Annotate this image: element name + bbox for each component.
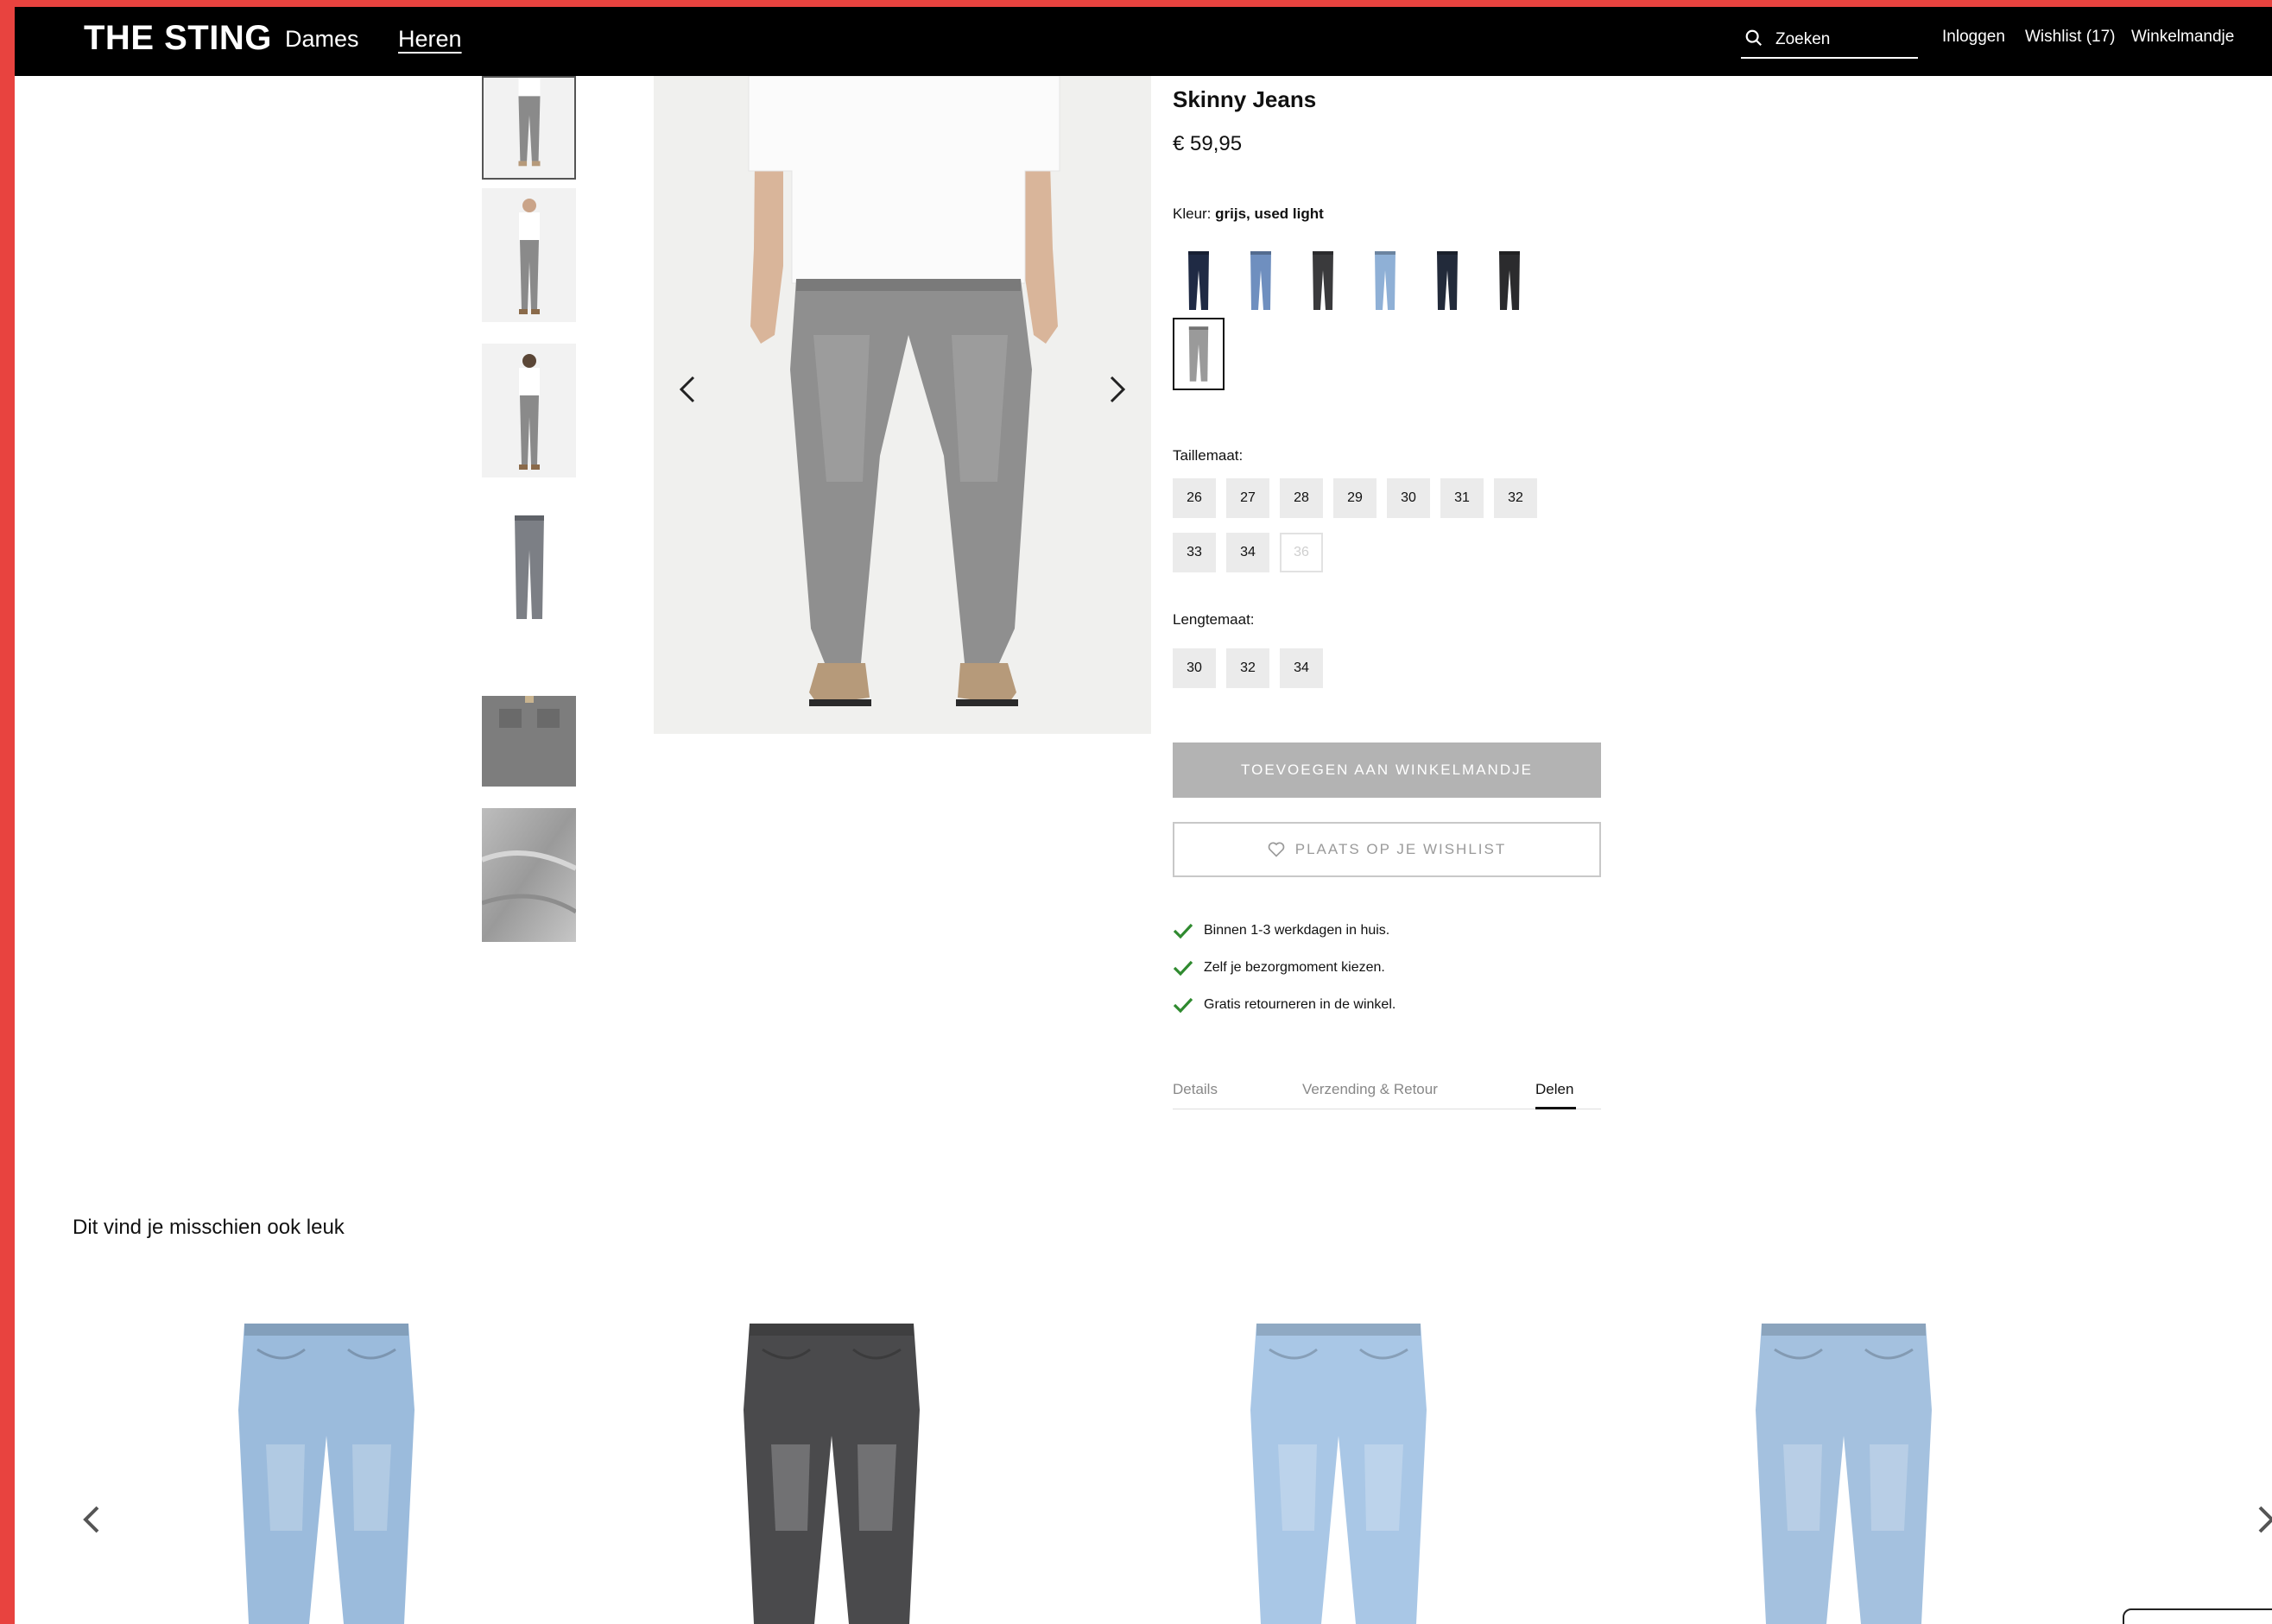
search-icon: [1745, 29, 1763, 47]
fabric-texture-thumbnail: [482, 808, 576, 942]
waist-size-button[interactable]: 26: [1173, 478, 1216, 518]
usp-text: Binnen 1-3 werkdagen in huis.: [1204, 923, 1390, 938]
usp-text: Gratis retourneren in de winkel.: [1204, 997, 1396, 1012]
heart-icon: [1268, 842, 1285, 857]
waist-size-button[interactable]: 28: [1280, 478, 1323, 518]
search-box[interactable]: [1741, 24, 1918, 59]
jeans-product-image: [1235, 1306, 1442, 1624]
top-navigation-bar: THE STING Dames Heren Inloggen Wishlist …: [15, 7, 2272, 76]
waist-size-button[interactable]: 30: [1387, 478, 1430, 518]
jeans-swatch-icon: [1359, 244, 1411, 317]
usp-text: Zelf je bezorgmoment kiezen.: [1204, 960, 1385, 975]
add-to-wishlist-button[interactable]: PLAATS OP JE WISHLIST: [1173, 822, 1601, 877]
nav-dames[interactable]: Dames: [285, 26, 359, 53]
jeans-swatch-icon: [1173, 244, 1225, 317]
wishlist-button-label: PLAATS OP JE WISHLIST: [1294, 841, 1507, 857]
waist-size-label: Taillemaat:: [1173, 447, 1244, 464]
wishlist-link[interactable]: Wishlist (17): [2025, 28, 2116, 47]
checkmark-icon: [1173, 923, 1193, 939]
image-next-arrow[interactable]: [1099, 372, 1134, 407]
page: THE STING Dames Heren Inloggen Wishlist …: [15, 7, 2272, 1624]
color-swatch-black[interactable]: [1484, 244, 1535, 317]
chat-widget[interactable]: [2123, 1608, 2272, 1624]
jeans-product-image: [1740, 1306, 1947, 1624]
thumbnail-3[interactable]: [482, 344, 576, 477]
recommendations-prev-arrow[interactable]: [77, 1501, 108, 1539]
waist-size-button[interactable]: 34: [1226, 533, 1269, 572]
main-product-image[interactable]: [654, 76, 1151, 734]
jeans-swatch-icon: [1174, 319, 1223, 389]
tab-share[interactable]: Delen: [1535, 1081, 1573, 1098]
color-swatch-charcoal[interactable]: [1297, 244, 1349, 317]
thumbnail-1[interactable]: [482, 76, 576, 180]
usp-item: Binnen 1-3 werkdagen in huis.: [1173, 922, 1389, 939]
tab-shipping-returns[interactable]: Verzending & Retour: [1302, 1081, 1438, 1098]
color-swatch-deep-navy[interactable]: [1421, 244, 1473, 317]
jeans-swatch-icon: [1235, 244, 1287, 317]
logo[interactable]: THE STING: [84, 19, 272, 58]
tab-details[interactable]: Details: [1173, 1081, 1218, 1098]
model-wearing-jeans: [654, 76, 1151, 734]
recommended-product-4[interactable]: [1740, 1306, 1947, 1624]
jeans-swatch-icon: [1484, 244, 1535, 317]
nav-heren[interactable]: Heren: [398, 26, 462, 53]
search-input[interactable]: [1774, 28, 1915, 52]
login-link[interactable]: Inloggen: [1942, 28, 2005, 47]
recommended-product-3[interactable]: [1235, 1306, 1442, 1624]
usp-item: Zelf je bezorgmoment kiezen.: [1173, 959, 1385, 976]
thumbnail-5[interactable]: [482, 653, 576, 787]
jeans-side-thumbnail: [482, 188, 576, 322]
chevron-left-icon: [679, 376, 695, 403]
cart-link[interactable]: Winkelmandje: [2131, 28, 2234, 47]
chevron-left-icon: [83, 1506, 99, 1533]
chevron-right-icon: [1110, 376, 1126, 403]
thumbnail-4[interactable]: [482, 498, 576, 632]
waist-size-button: 36: [1280, 533, 1323, 572]
waist-size-button[interactable]: 29: [1333, 478, 1376, 518]
length-size-button[interactable]: 32: [1226, 648, 1269, 688]
color-swatch-dark-navy[interactable]: [1173, 244, 1225, 317]
length-size-button[interactable]: 30: [1173, 648, 1216, 688]
color-swatch-light-blue[interactable]: [1359, 244, 1411, 317]
jeans-front-thumbnail: [484, 78, 574, 178]
waist-size-button[interactable]: 31: [1440, 478, 1484, 518]
jeans-detail-thumbnail: [482, 653, 576, 787]
recommendations-next-arrow[interactable]: [2251, 1501, 2272, 1539]
jeans-flat-thumbnail: [482, 498, 576, 632]
waist-size-button[interactable]: 27: [1226, 478, 1269, 518]
image-prev-arrow[interactable]: [671, 372, 706, 407]
length-size-button[interactable]: 34: [1280, 648, 1323, 688]
color-label-text: Kleur:: [1173, 205, 1212, 222]
waist-size-button[interactable]: 32: [1494, 478, 1537, 518]
thumbnail-2[interactable]: [482, 188, 576, 322]
active-tab-indicator: [1535, 1107, 1576, 1109]
color-swatch-grijs-used-light[interactable]: [1173, 318, 1225, 390]
color-label: Kleur: grijs, used light: [1173, 205, 1324, 223]
checkmark-icon: [1173, 997, 1193, 1014]
thumbnail-6[interactable]: [482, 808, 576, 942]
waist-size-button[interactable]: 33: [1173, 533, 1216, 572]
jeans-swatch-icon: [1297, 244, 1349, 317]
product-title: Skinny Jeans: [1173, 86, 1317, 112]
product-price: € 59,95: [1173, 132, 1243, 155]
usp-item: Gratis retourneren in de winkel.: [1173, 996, 1395, 1014]
recommended-product-1[interactable]: [223, 1306, 430, 1624]
chevron-right-icon: [2258, 1506, 2272, 1533]
jeans-back-thumbnail: [482, 344, 576, 477]
jeans-product-image: [223, 1306, 430, 1624]
length-size-label: Lengtemaat:: [1173, 611, 1255, 628]
color-swatch-mid-blue[interactable]: [1235, 244, 1287, 317]
add-to-cart-button[interactable]: TOEVOEGEN AAN WINKELMANDJE: [1173, 742, 1601, 798]
jeans-product-image: [728, 1306, 935, 1624]
checkmark-icon: [1173, 960, 1193, 976]
recommendations-title: Dit vind je misschien ook leuk: [73, 1216, 345, 1239]
recommended-product-2[interactable]: [728, 1306, 935, 1624]
selected-color-value: grijs, used light: [1215, 205, 1324, 222]
jeans-swatch-icon: [1421, 244, 1473, 317]
